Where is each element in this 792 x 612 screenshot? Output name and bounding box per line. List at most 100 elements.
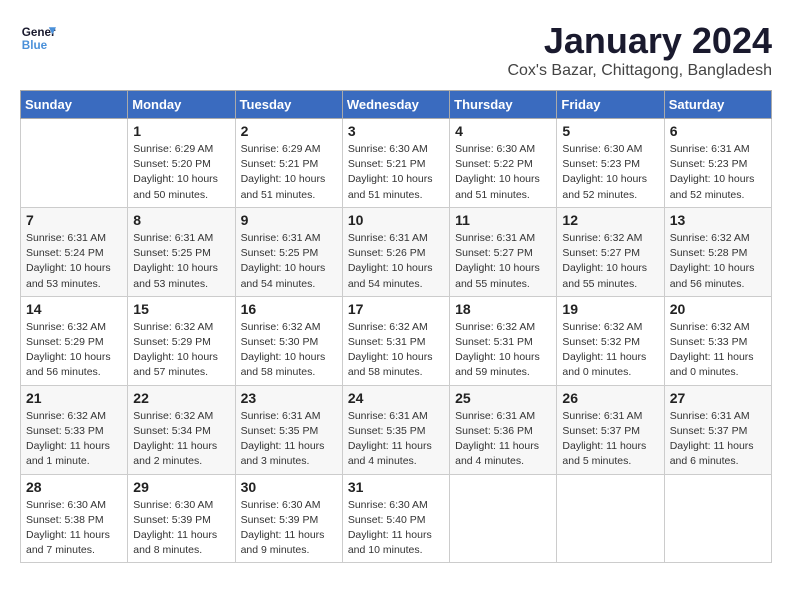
day-info: Sunrise: 6:31 AMSunset: 5:36 PMDaylight:… <box>455 409 551 470</box>
day-number: 25 <box>455 390 551 406</box>
calendar-cell <box>21 119 128 208</box>
day-info: Sunrise: 6:32 AMSunset: 5:29 PMDaylight:… <box>133 320 229 381</box>
calendar-cell <box>664 474 771 563</box>
day-number: 12 <box>562 212 658 228</box>
day-info: Sunrise: 6:30 AMSunset: 5:39 PMDaylight:… <box>133 498 229 559</box>
weekday-header-wednesday: Wednesday <box>342 91 449 119</box>
day-number: 27 <box>670 390 766 406</box>
day-number: 19 <box>562 301 658 317</box>
calendar-cell: 15 Sunrise: 6:32 AMSunset: 5:29 PMDayligh… <box>128 296 235 385</box>
week-row-5: 28Sunrise: 6:30 AMSunset: 5:38 PMDayligh… <box>21 474 772 563</box>
day-number: 20 <box>670 301 766 317</box>
day-number: 30 <box>241 479 337 495</box>
calendar-cell <box>557 474 664 563</box>
week-row-4: 21 Sunrise: 6:32 AMSunset: 5:33 PMDayligh… <box>21 385 772 474</box>
location-title: Cox's Bazar, Chittagong, Bangladesh <box>507 62 772 80</box>
day-info: Sunrise: 6:31 AMSunset: 5:35 PMDaylight:… <box>348 409 444 470</box>
day-number: 16 <box>241 301 337 317</box>
day-number: 22 <box>133 390 229 406</box>
day-number: 2 <box>241 123 337 139</box>
calendar-cell: 2 Sunrise: 6:29 AMSunset: 5:21 PMDaylight… <box>235 119 342 208</box>
weekday-header-friday: Friday <box>557 91 664 119</box>
calendar-cell: 16 Sunrise: 6:32 AMSunset: 5:30 PMDayligh… <box>235 296 342 385</box>
calendar-cell: 14Sunrise: 6:32 AMSunset: 5:29 PMDayligh… <box>21 296 128 385</box>
calendar-cell: 24Sunrise: 6:31 AMSunset: 5:35 PMDayligh… <box>342 385 449 474</box>
day-number: 4 <box>455 123 551 139</box>
day-info: Sunrise: 6:31 AMSunset: 5:25 PMDaylight:… <box>241 231 337 292</box>
day-number: 18 <box>455 301 551 317</box>
day-number: 17 <box>348 301 444 317</box>
day-number: 1 <box>133 123 229 139</box>
page-header: General Blue January 2024 Cox's Bazar, C… <box>20 20 772 80</box>
calendar-cell: 28Sunrise: 6:30 AMSunset: 5:38 PMDayligh… <box>21 474 128 563</box>
weekday-header-row: SundayMondayTuesdayWednesdayThursdayFrid… <box>21 91 772 119</box>
calendar-cell: 9 Sunrise: 6:31 AMSunset: 5:25 PMDaylight… <box>235 207 342 296</box>
day-info: Sunrise: 6:31 AMSunset: 5:24 PMDaylight:… <box>26 231 122 292</box>
day-info: Sunrise: 6:32 AMSunset: 5:34 PMDaylight:… <box>133 409 229 470</box>
day-info: Sunrise: 6:31 AMSunset: 5:37 PMDaylight:… <box>562 409 658 470</box>
calendar-cell: 11Sunrise: 6:31 AMSunset: 5:27 PMDayligh… <box>450 207 557 296</box>
day-number: 15 <box>133 301 229 317</box>
logo-icon: General Blue <box>20 20 56 56</box>
calendar-cell: 20 Sunrise: 6:32 AMSunset: 5:33 PMDayligh… <box>664 296 771 385</box>
calendar-cell: 27Sunrise: 6:31 AMSunset: 5:37 PMDayligh… <box>664 385 771 474</box>
calendar-cell: 19 Sunrise: 6:32 AMSunset: 5:32 PMDayligh… <box>557 296 664 385</box>
day-info: Sunrise: 6:32 AMSunset: 5:31 PMDaylight:… <box>348 320 444 381</box>
day-info: Sunrise: 6:30 AMSunset: 5:21 PMDaylight:… <box>348 142 444 203</box>
calendar-cell: 25 Sunrise: 6:31 AMSunset: 5:36 PMDayligh… <box>450 385 557 474</box>
day-number: 26 <box>562 390 658 406</box>
day-info: Sunrise: 6:30 AMSunset: 5:39 PMDaylight:… <box>241 498 337 559</box>
weekday-header-saturday: Saturday <box>664 91 771 119</box>
calendar-cell: 17 Sunrise: 6:32 AMSunset: 5:31 PMDayligh… <box>342 296 449 385</box>
day-info: Sunrise: 6:30 AMSunset: 5:22 PMDaylight:… <box>455 142 551 203</box>
day-number: 9 <box>241 212 337 228</box>
day-number: 31 <box>348 479 444 495</box>
day-info: Sunrise: 6:32 AMSunset: 5:29 PMDaylight:… <box>26 320 122 381</box>
calendar-cell: 4 Sunrise: 6:30 AMSunset: 5:22 PMDaylight… <box>450 119 557 208</box>
day-info: Sunrise: 6:32 AMSunset: 5:30 PMDaylight:… <box>241 320 337 381</box>
calendar-cell <box>450 474 557 563</box>
day-info: Sunrise: 6:31 AMSunset: 5:23 PMDaylight:… <box>670 142 766 203</box>
weekday-header-thursday: Thursday <box>450 91 557 119</box>
calendar-cell: 22 Sunrise: 6:32 AMSunset: 5:34 PMDayligh… <box>128 385 235 474</box>
day-info: Sunrise: 6:30 AMSunset: 5:38 PMDaylight:… <box>26 498 122 559</box>
calendar-cell: 5Sunrise: 6:30 AMSunset: 5:23 PMDaylight… <box>557 119 664 208</box>
month-title: January 2024 <box>507 20 772 62</box>
day-info: Sunrise: 6:32 AMSunset: 5:33 PMDaylight:… <box>26 409 122 470</box>
day-number: 13 <box>670 212 766 228</box>
day-info: Sunrise: 6:31 AMSunset: 5:27 PMDaylight:… <box>455 231 551 292</box>
day-number: 8 <box>133 212 229 228</box>
day-info: Sunrise: 6:32 AMSunset: 5:32 PMDaylight:… <box>562 320 658 381</box>
weekday-header-tuesday: Tuesday <box>235 91 342 119</box>
calendar-cell: 29 Sunrise: 6:30 AMSunset: 5:39 PMDayligh… <box>128 474 235 563</box>
calendar-table: SundayMondayTuesdayWednesdayThursdayFrid… <box>20 90 772 563</box>
day-number: 7 <box>26 212 122 228</box>
calendar-cell: 23 Sunrise: 6:31 AMSunset: 5:35 PMDayligh… <box>235 385 342 474</box>
day-info: Sunrise: 6:32 AMSunset: 5:31 PMDaylight:… <box>455 320 551 381</box>
day-number: 10 <box>348 212 444 228</box>
calendar-cell: 18 Sunrise: 6:32 AMSunset: 5:31 PMDayligh… <box>450 296 557 385</box>
day-info: Sunrise: 6:32 AMSunset: 5:33 PMDaylight:… <box>670 320 766 381</box>
day-info: Sunrise: 6:31 AMSunset: 5:35 PMDaylight:… <box>241 409 337 470</box>
calendar-cell: 21 Sunrise: 6:32 AMSunset: 5:33 PMDayligh… <box>21 385 128 474</box>
day-info: Sunrise: 6:30 AMSunset: 5:40 PMDaylight:… <box>348 498 444 559</box>
day-info: Sunrise: 6:29 AMSunset: 5:20 PMDaylight:… <box>133 142 229 203</box>
day-number: 29 <box>133 479 229 495</box>
day-info: Sunrise: 6:31 AMSunset: 5:26 PMDaylight:… <box>348 231 444 292</box>
svg-text:Blue: Blue <box>22 39 48 52</box>
calendar-cell: 12 Sunrise: 6:32 AMSunset: 5:27 PMDayligh… <box>557 207 664 296</box>
week-row-1: 1 Sunrise: 6:29 AMSunset: 5:20 PMDaylight… <box>21 119 772 208</box>
day-info: Sunrise: 6:32 AMSunset: 5:27 PMDaylight:… <box>562 231 658 292</box>
weekday-header-sunday: Sunday <box>21 91 128 119</box>
day-number: 23 <box>241 390 337 406</box>
day-number: 21 <box>26 390 122 406</box>
day-number: 3 <box>348 123 444 139</box>
title-block: January 2024 Cox's Bazar, Chittagong, Ba… <box>507 20 772 80</box>
week-row-3: 14Sunrise: 6:32 AMSunset: 5:29 PMDayligh… <box>21 296 772 385</box>
day-number: 5 <box>562 123 658 139</box>
day-info: Sunrise: 6:29 AMSunset: 5:21 PMDaylight:… <box>241 142 337 203</box>
calendar-cell: 8Sunrise: 6:31 AMSunset: 5:25 PMDaylight… <box>128 207 235 296</box>
week-row-2: 7 Sunrise: 6:31 AMSunset: 5:24 PMDaylight… <box>21 207 772 296</box>
calendar-cell: 31 Sunrise: 6:30 AMSunset: 5:40 PMDayligh… <box>342 474 449 563</box>
calendar-cell: 1 Sunrise: 6:29 AMSunset: 5:20 PMDaylight… <box>128 119 235 208</box>
